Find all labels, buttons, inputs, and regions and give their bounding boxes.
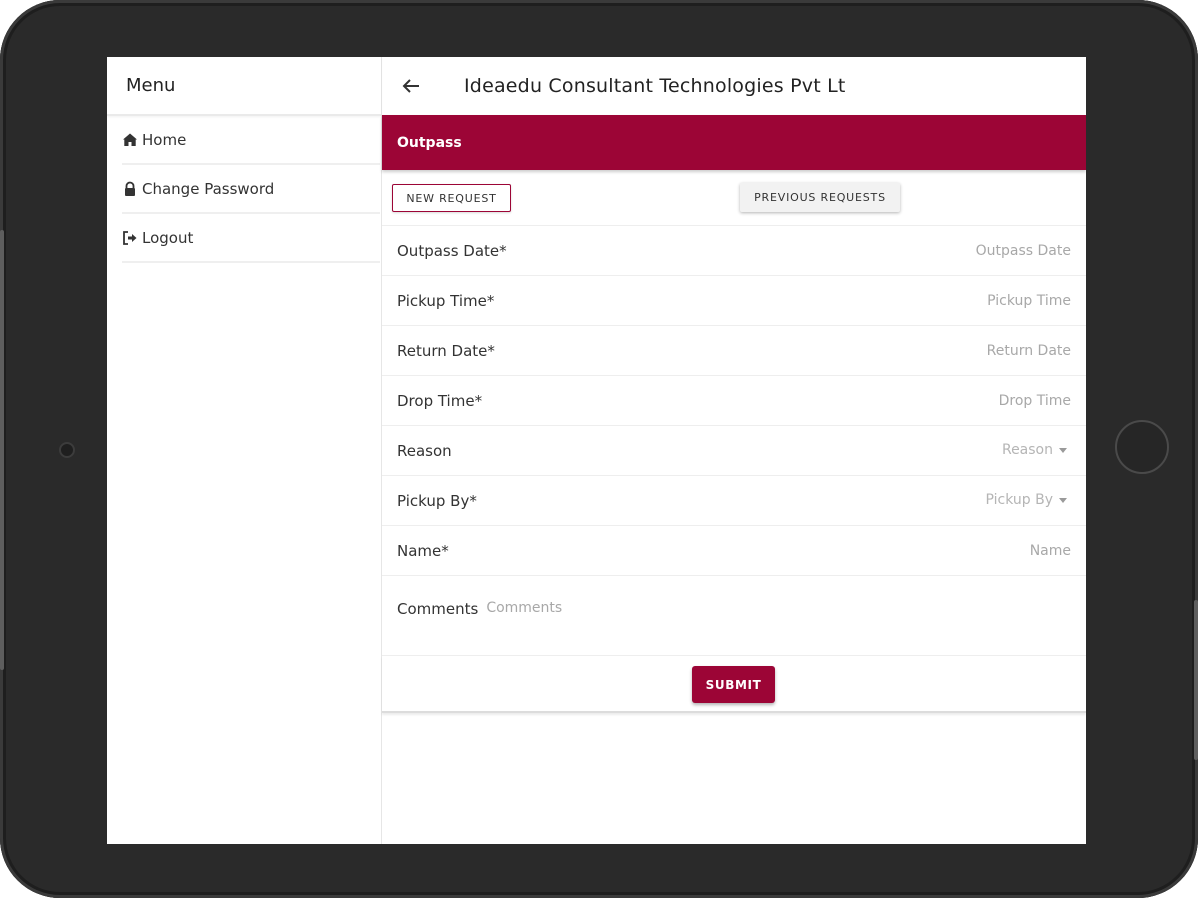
sidebar-item-label: Logout xyxy=(142,228,194,247)
pickup-time-row: Pickup Time* xyxy=(382,276,1086,326)
sidebar-item-label: Change Password xyxy=(142,179,275,198)
sidebar-title: Menu xyxy=(107,57,381,116)
reason-placeholder: Reason xyxy=(1001,442,1053,458)
comments-input[interactable] xyxy=(486,600,987,640)
app-screen: Menu Home Change Password Logout Ideaedu… xyxy=(107,57,1086,844)
pickup-time-input[interactable] xyxy=(771,288,1071,314)
tablet-frame: Menu Home Change Password Logout Ideaedu… xyxy=(0,0,1198,898)
return-date-row: Return Date* xyxy=(382,326,1086,376)
section-header: Outpass xyxy=(382,115,1086,170)
comments-label: Comments xyxy=(397,600,479,618)
tablet-side-button xyxy=(0,230,4,670)
pickup-by-label: Pickup By* xyxy=(397,491,477,510)
sidebar-item-change-password[interactable]: Change Password xyxy=(122,165,380,214)
lock-icon xyxy=(125,181,135,196)
reason-row: Reason Reason xyxy=(382,426,1086,476)
page-title: Ideaedu Consultant Technologies Pvt Lt xyxy=(464,75,846,97)
main-content: Ideaedu Consultant Technologies Pvt Lt O… xyxy=(382,57,1086,844)
comments-row: Comments xyxy=(382,576,1086,656)
sidebar: Menu Home Change Password Logout xyxy=(107,57,382,844)
pickup-by-placeholder: Pickup By xyxy=(985,492,1054,508)
sidebar-item-label: Home xyxy=(142,130,187,149)
chevron-down-icon xyxy=(1059,447,1067,453)
sidebar-item-home[interactable]: Home xyxy=(122,116,380,165)
top-app-bar: Ideaedu Consultant Technologies Pvt Lt xyxy=(382,57,1086,115)
back-button[interactable] xyxy=(396,71,426,101)
return-date-input[interactable] xyxy=(771,338,1071,364)
request-tabs: NEW REQUEST PREVIOUS REQUESTS xyxy=(382,170,1086,226)
outpass-date-input[interactable] xyxy=(771,238,1071,264)
arrow-left-icon xyxy=(402,79,419,93)
form-actions: SUBMIT xyxy=(382,656,1086,713)
name-label: Name* xyxy=(397,541,449,560)
return-date-label: Return Date* xyxy=(397,341,495,360)
drop-time-row: Drop Time* xyxy=(382,376,1086,426)
pickup-time-label: Pickup Time* xyxy=(397,291,495,310)
pickup-by-select[interactable]: Pickup By xyxy=(985,492,1067,508)
home-icon xyxy=(123,133,137,146)
home-button[interactable] xyxy=(1115,420,1169,474)
outpass-date-row: Outpass Date* xyxy=(382,226,1086,276)
tablet-side-button xyxy=(1194,600,1198,760)
new-request-button[interactable]: NEW REQUEST xyxy=(392,184,511,212)
name-row: Name* xyxy=(382,526,1086,576)
logout-icon xyxy=(123,230,137,245)
sidebar-item-logout[interactable]: Logout xyxy=(122,214,380,263)
reason-label: Reason xyxy=(397,441,452,460)
previous-requests-button[interactable]: PREVIOUS REQUESTS xyxy=(740,183,900,212)
submit-button[interactable]: SUBMIT xyxy=(692,666,775,703)
chevron-down-icon xyxy=(1059,497,1067,503)
outpass-date-label: Outpass Date* xyxy=(397,241,507,260)
drop-time-label: Drop Time* xyxy=(397,391,483,410)
camera-icon xyxy=(59,442,75,458)
reason-select[interactable]: Reason xyxy=(1002,442,1067,458)
pickup-by-row: Pickup By* Pickup By xyxy=(382,476,1086,526)
drop-time-input[interactable] xyxy=(771,388,1071,414)
name-input[interactable] xyxy=(771,538,1071,564)
